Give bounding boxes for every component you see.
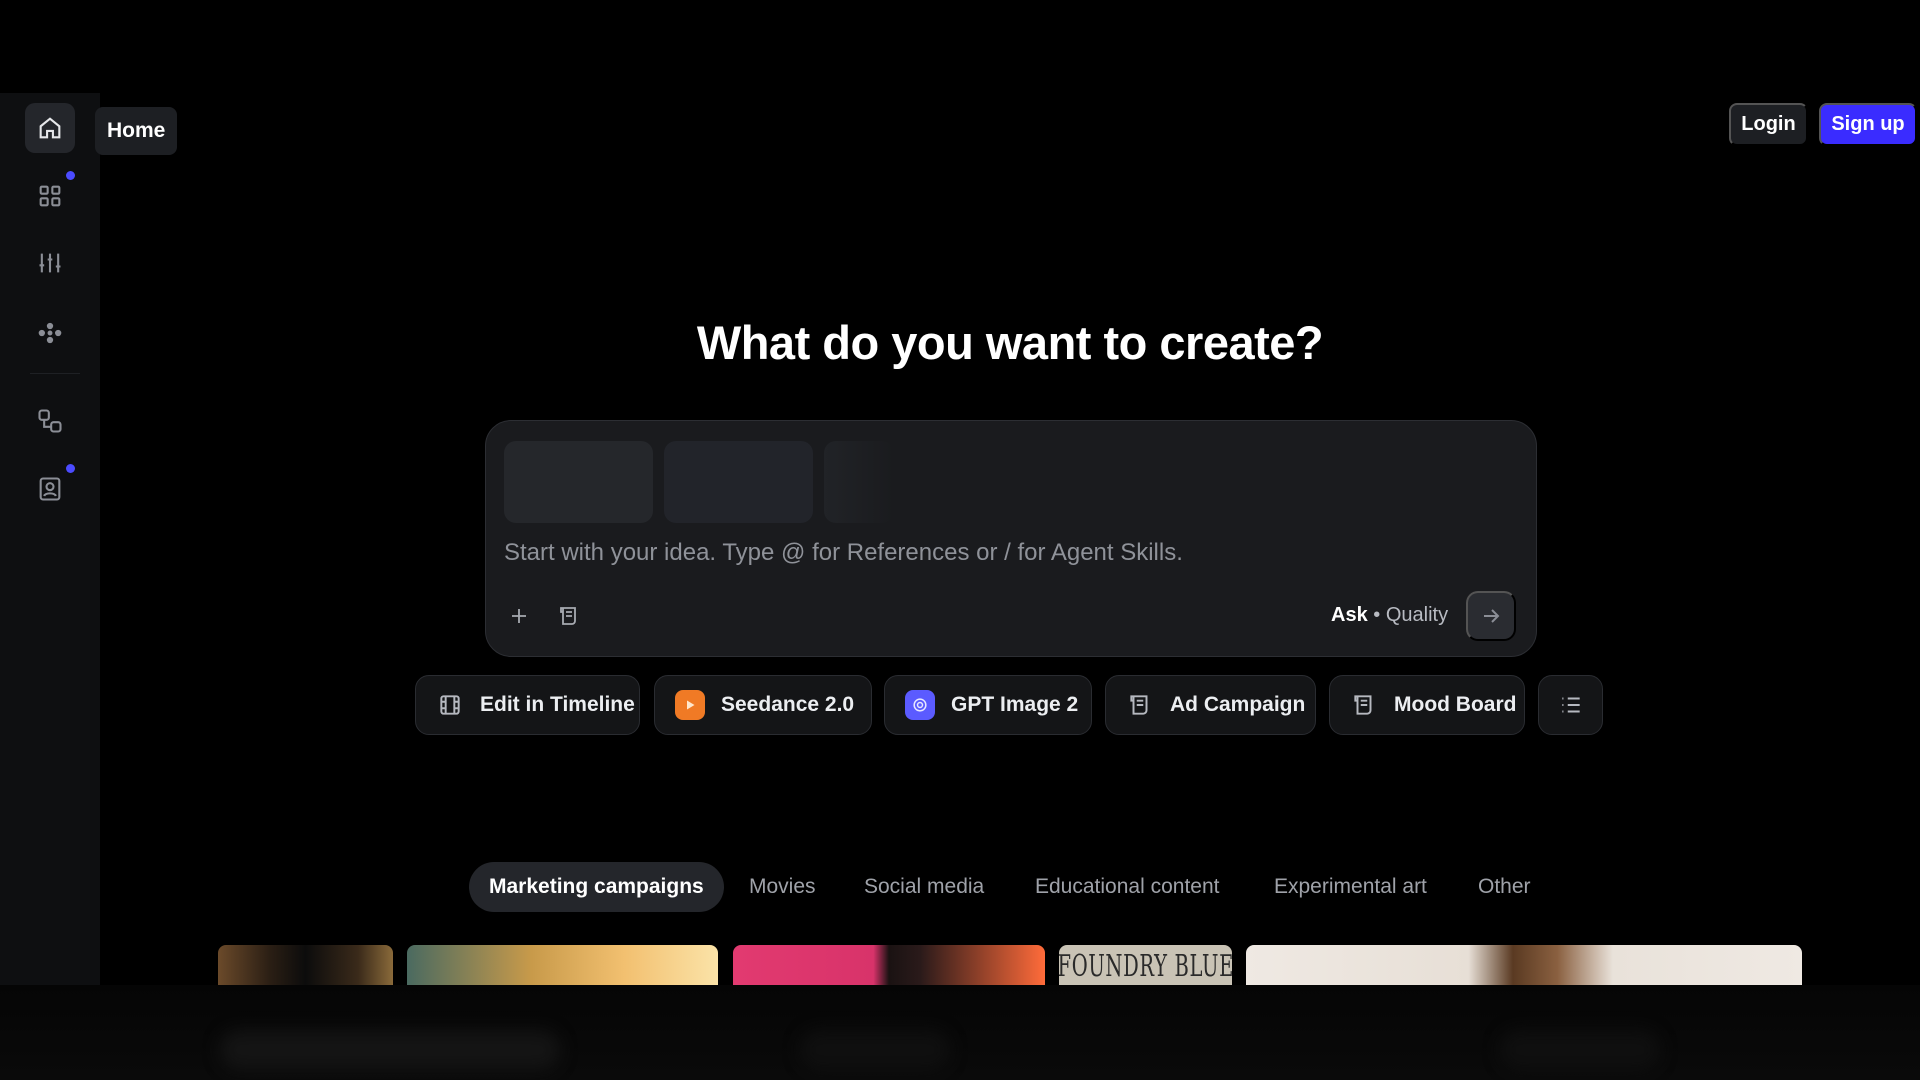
- tab-experimental-art[interactable]: Experimental art: [1274, 862, 1427, 912]
- blurred-bar: [800, 1030, 950, 1070]
- reference-thumbnail[interactable]: [664, 441, 813, 523]
- tab-other[interactable]: Other: [1478, 862, 1531, 912]
- plus-icon: [512, 609, 526, 623]
- mode-secondary: Quality: [1385, 604, 1449, 626]
- profile-icon: [39, 477, 61, 501]
- sidebar: [0, 93, 100, 985]
- tab-educational-content[interactable]: Educational content: [1035, 862, 1219, 912]
- send-button[interactable]: [1466, 591, 1516, 641]
- chip-ad-campaign[interactable]: Ad Campaign: [1105, 675, 1316, 735]
- app-window: Home Login Sign up What do you want to c…: [0, 93, 1920, 985]
- sliders-icon: [39, 253, 61, 273]
- tab-social-media[interactable]: Social media: [864, 862, 984, 912]
- sidebar-item-adjust[interactable]: [25, 238, 75, 288]
- page-title-text: What do you want to create?: [696, 316, 1324, 369]
- gallery-card[interactable]: [407, 945, 718, 985]
- notification-dot: [66, 464, 75, 473]
- tab-movies[interactable]: Movies: [749, 862, 816, 912]
- scroll-icon: [560, 607, 576, 625]
- agent-skills-button[interactable]: [550, 597, 588, 635]
- gallery-card[interactable]: FOUNDRY BLUE: [1059, 945, 1232, 985]
- seedance-icon: [675, 690, 705, 720]
- notification-dot: [66, 171, 75, 180]
- sidebar-divider: [30, 373, 80, 374]
- chip-gpt-image[interactable]: GPT Image 2: [884, 675, 1092, 735]
- home-icon: [39, 117, 61, 139]
- chip-edit-in-timeline[interactable]: Edit in Timeline: [415, 675, 640, 735]
- signup-button[interactable]: Sign up: [1819, 103, 1917, 146]
- chip-label: GPT Image 2: [951, 693, 1079, 716]
- blurred-bar: [1500, 1030, 1660, 1070]
- flow-icon: [38, 409, 62, 433]
- mode-separator: •: [1367, 604, 1386, 626]
- gallery-card[interactable]: [218, 945, 393, 985]
- blurred-bar: [220, 1030, 560, 1070]
- prompt-input[interactable]: [504, 533, 1504, 573]
- arrow-right-icon: [1484, 609, 1500, 623]
- film-icon: [436, 691, 464, 719]
- scroll-icon: [1350, 691, 1378, 719]
- bottom-overlay: [0, 985, 1920, 1080]
- chip-mood-board[interactable]: Mood Board: [1329, 675, 1525, 735]
- tab-marketing-campaigns[interactable]: Marketing campaigns: [469, 862, 724, 912]
- login-button[interactable]: Login: [1729, 103, 1808, 146]
- chip-label: Ad Campaign: [1170, 693, 1306, 716]
- gallery-card[interactable]: [733, 945, 1045, 985]
- mode-primary: Ask: [1331, 604, 1368, 626]
- scroll-icon: [1126, 691, 1154, 719]
- reference-thumbnail[interactable]: [824, 441, 894, 523]
- list-icon: [1557, 691, 1585, 719]
- gallery-card-text: FOUNDRY BLUE: [1059, 949, 1232, 984]
- sidebar-item-home[interactable]: [25, 103, 75, 153]
- page-title: What do you want to create?: [0, 315, 1920, 370]
- chip-label: Edit in Timeline: [480, 693, 635, 716]
- chip-seedance[interactable]: Seedance 2.0: [654, 675, 872, 735]
- gpt-icon: [905, 690, 935, 720]
- mode-selector[interactable]: Ask • Quality: [1331, 604, 1448, 627]
- chip-label: Seedance 2.0: [721, 693, 855, 716]
- home-tooltip: Home: [95, 107, 178, 155]
- more-chips-button[interactable]: [1538, 675, 1603, 735]
- gallery-card[interactable]: [1246, 945, 1802, 985]
- chip-label: Mood Board: [1394, 693, 1517, 716]
- prompt-box: Ask • Quality: [485, 420, 1537, 657]
- add-button[interactable]: [500, 597, 538, 635]
- sidebar-item-workflows[interactable]: [25, 396, 75, 446]
- reference-thumbnail[interactable]: [504, 441, 653, 523]
- grid-icon: [39, 185, 61, 207]
